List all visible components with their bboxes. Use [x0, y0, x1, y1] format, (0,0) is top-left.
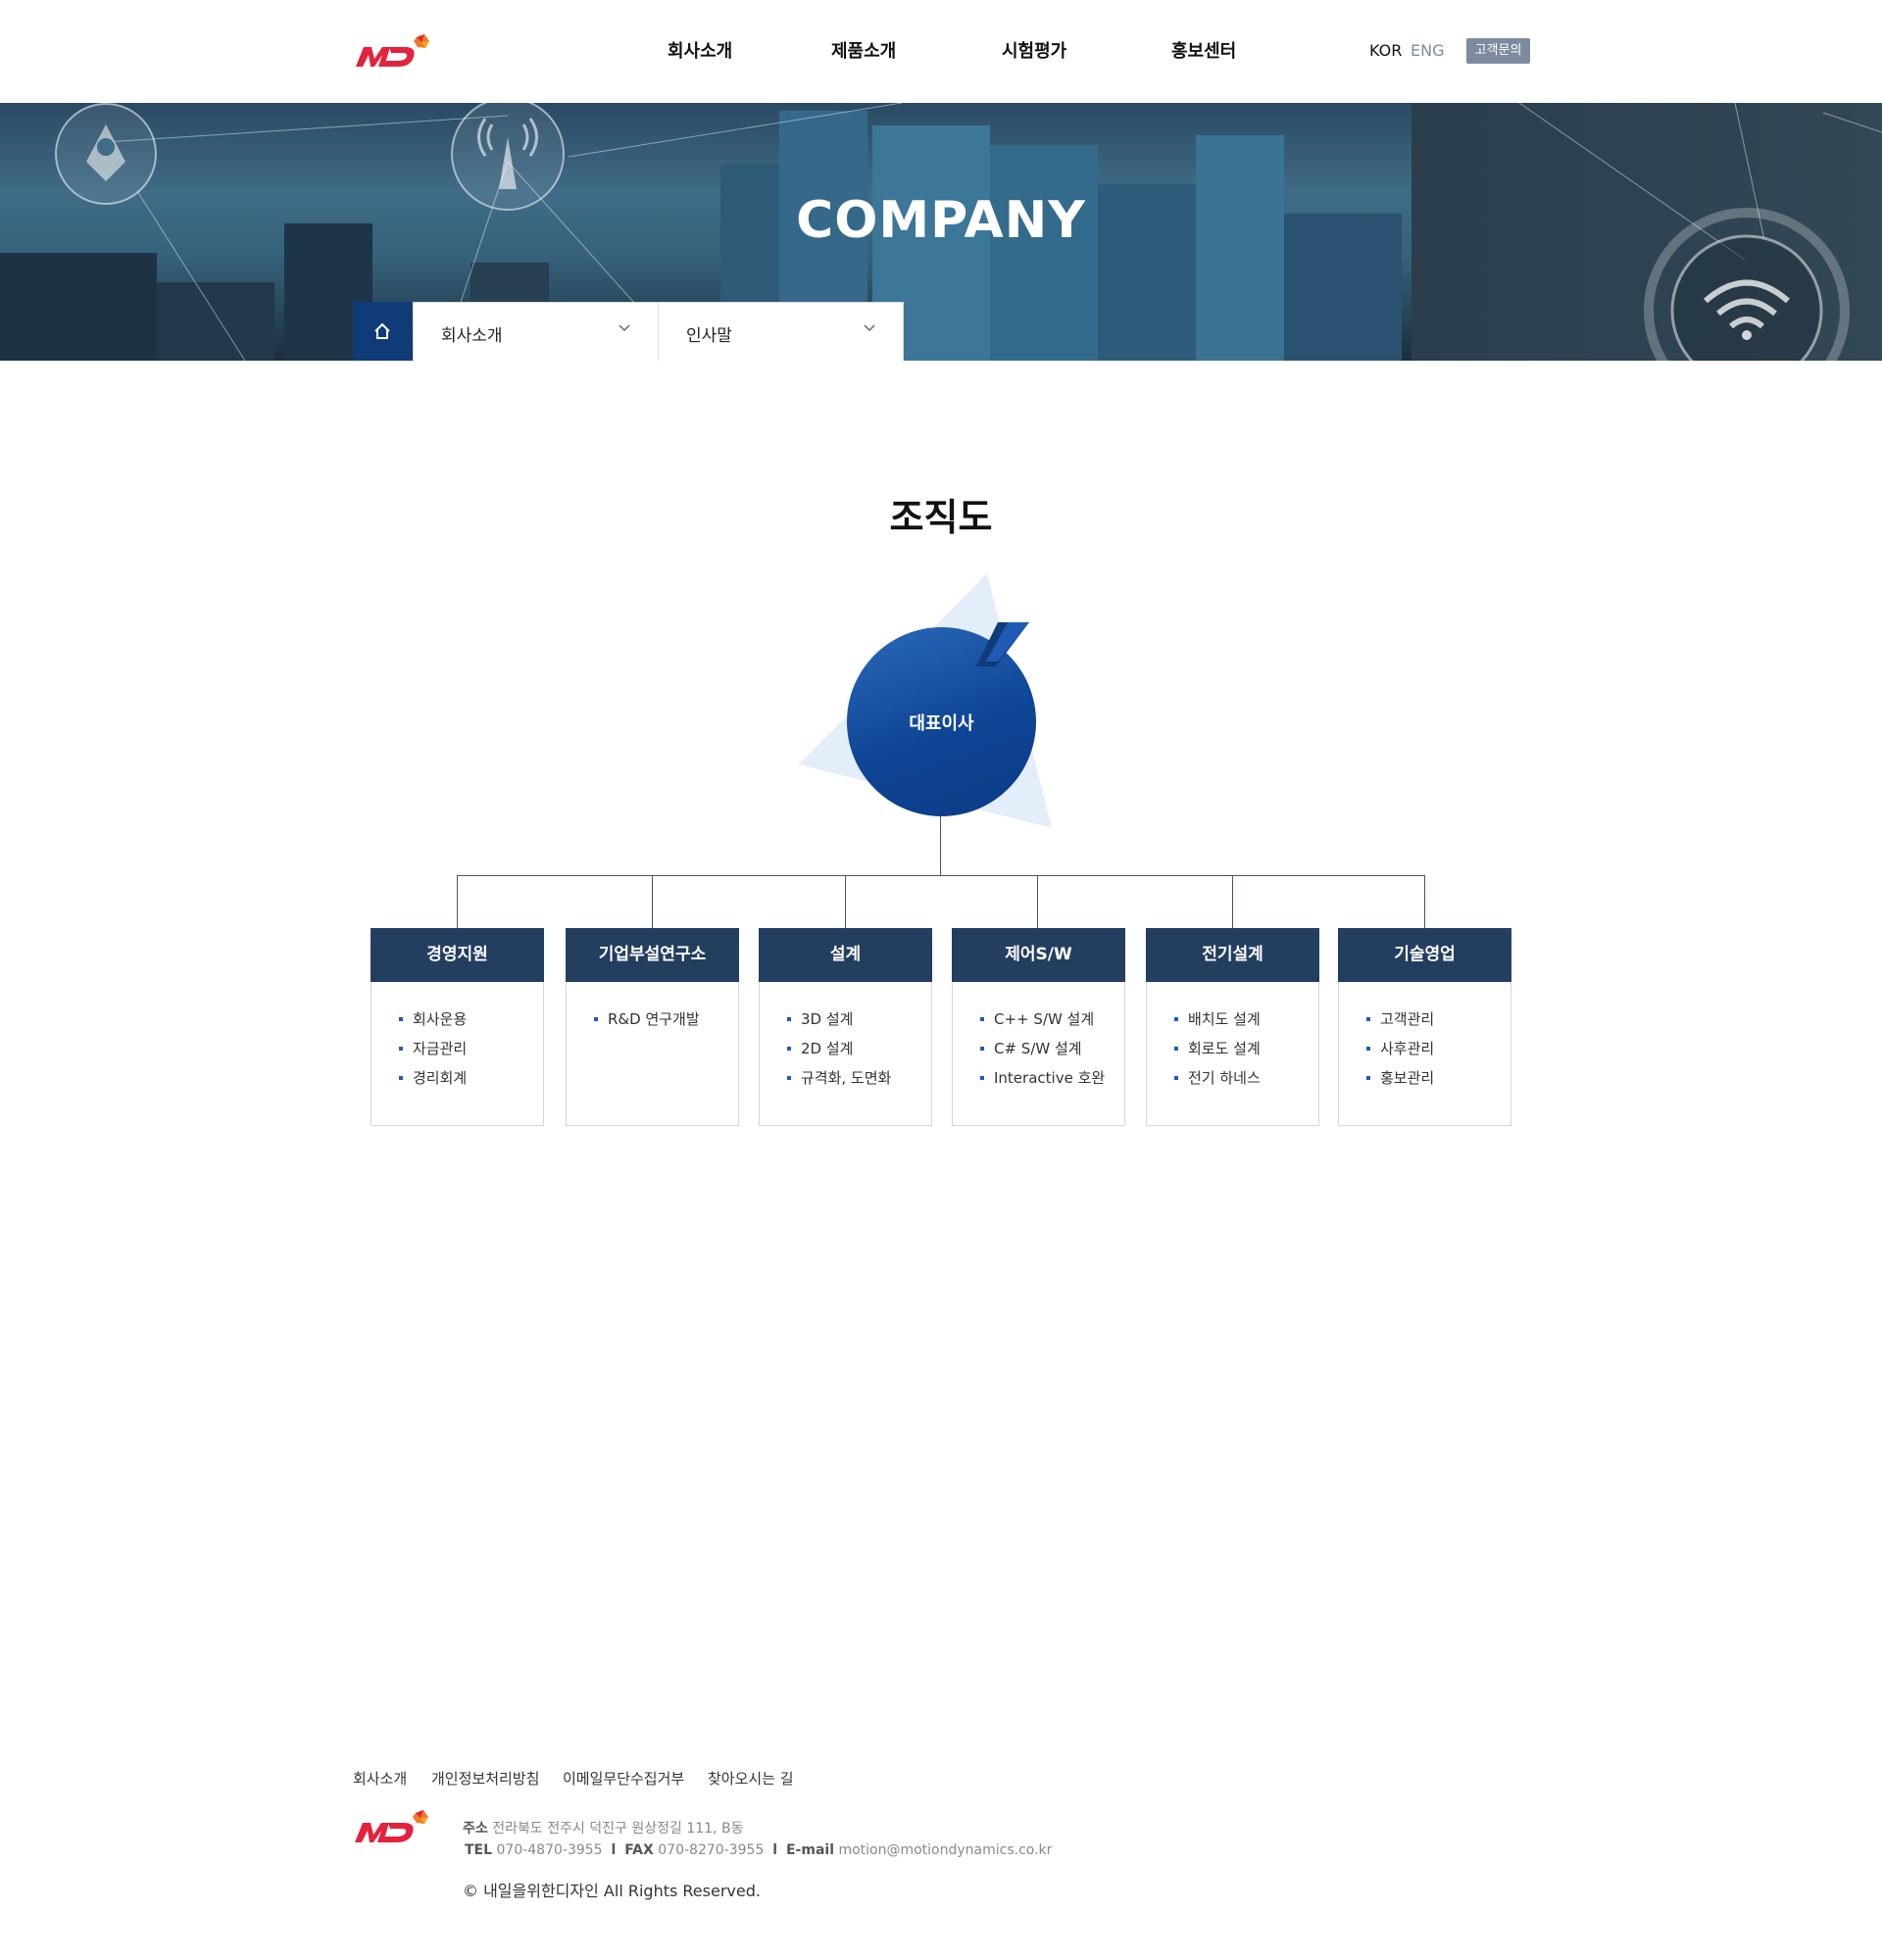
nav-products[interactable]: 제품소개 [831, 37, 896, 63]
breadcrumb-menu1-label: 회사소개 [441, 326, 503, 346]
dept-item: 경리회계 [399, 1068, 467, 1098]
lang-kor[interactable]: KOR [1369, 41, 1402, 60]
dept-card: 회사운용 자금관리 경리회계 [371, 982, 544, 1126]
dept-item: 회사운용 [399, 1009, 467, 1039]
dept-card: 3D 설계 2D 설계 규격화, 도면화 [759, 982, 932, 1126]
footer-contact: TEL 070-4870-3955 l FAX 070-8270-3955 l … [465, 1842, 1052, 1858]
separator: l [772, 1842, 778, 1858]
dept-item: 규격화, 도면화 [787, 1068, 891, 1098]
dept-header: 경영지원 [371, 928, 544, 982]
plane-icon [55, 103, 157, 205]
dept-item: 전기 하네스 [1174, 1068, 1261, 1098]
connector-line [1424, 875, 1425, 928]
connector-line [1232, 875, 1233, 928]
footer-address: 주소 전라북도 전주시 덕진구 원상정길 111, B동 [463, 1818, 743, 1838]
ceo-accent-decoration [976, 622, 1029, 666]
connector-line [457, 875, 1425, 876]
dept-item: 자금관리 [399, 1039, 467, 1068]
nav-testing[interactable]: 시험평가 [1002, 37, 1066, 63]
breadcrumb-menu2-select[interactable]: 인사말 [658, 302, 904, 361]
logo[interactable] [354, 33, 432, 73]
dept-card: C++ S/W 설계 C# S/W 설계 Interactive 호완 [952, 982, 1125, 1126]
breadcrumb-menu1-select[interactable]: 회사소개 [413, 302, 659, 361]
footer-link-directions[interactable]: 찾아오시는 길 [708, 1768, 794, 1788]
dept-item: 2D 설계 [787, 1039, 891, 1068]
connector-line [457, 875, 458, 928]
connector-line [1037, 875, 1038, 928]
inquiry-button[interactable]: 고객문의 [1466, 38, 1530, 64]
dept-item: R&D 연구개발 [594, 1009, 700, 1039]
email-label: E-mail [785, 1842, 834, 1858]
dept-item: Interactive 호완 [980, 1068, 1105, 1098]
dept-item: C# S/W 설계 [980, 1039, 1105, 1068]
dept-header: 기업부설연구소 [566, 928, 739, 982]
fax-label: FAX [624, 1842, 654, 1858]
home-button[interactable] [353, 302, 412, 361]
chevron-down-icon [619, 324, 630, 332]
dept-card: R&D 연구개발 [566, 982, 739, 1126]
connector-line [845, 875, 846, 928]
tel-value: 070-4870-3955 [496, 1842, 603, 1858]
ceo-label: 대표이사 [909, 713, 974, 734]
chevron-down-icon [864, 324, 875, 332]
page-title: 조직도 [889, 496, 993, 539]
separator: l [611, 1842, 617, 1858]
tel-label: TEL [465, 1842, 493, 1858]
footer-link-company[interactable]: 회사소개 [353, 1768, 407, 1788]
fax-value: 070-8270-3955 [658, 1842, 765, 1858]
header: 회사소개 제품소개 시험평가 홍보센터 KOR ENG 고객문의 [0, 0, 1882, 103]
dept-card: 배치도 설계 회로도 설계 전기 하네스 [1146, 982, 1319, 1126]
dept-header: 기술영업 [1338, 928, 1511, 982]
address-label: 주소 [463, 1821, 488, 1837]
connector-line [940, 816, 941, 876]
copyright: © 내일을위한디자인 All Rights Reserved. [463, 1882, 761, 1900]
home-icon [374, 322, 390, 339]
footer-logo [353, 1809, 431, 1848]
email-value[interactable]: motion@motiondynamics.co.kr [838, 1842, 1052, 1858]
banner-title: COMPANY [796, 191, 1086, 250]
dept-item: 배치도 설계 [1174, 1009, 1261, 1039]
footer-link-privacy[interactable]: 개인정보처리방침 [431, 1768, 539, 1788]
dept-item: 사후관리 [1366, 1039, 1434, 1068]
breadcrumb-menu2-label: 인사말 [686, 326, 732, 346]
hero-banner: COMPANY [0, 103, 1882, 361]
dept-header: 전기설계 [1146, 928, 1319, 982]
dept-card: 고객관리 사후관리 홍보관리 [1338, 982, 1511, 1126]
dept-item: 홍보관리 [1366, 1068, 1434, 1098]
dept-item: 고객관리 [1366, 1009, 1434, 1039]
dept-header: 제어S/W [952, 928, 1125, 982]
address-value: 전라북도 전주시 덕진구 원상정길 111, B동 [492, 1821, 744, 1837]
footer-link-email-policy[interactable]: 이메일무단수집거부 [563, 1768, 684, 1788]
nav-pr-center[interactable]: 홍보센터 [1171, 37, 1236, 63]
dept-item: 회로도 설계 [1174, 1039, 1261, 1068]
dept-item: C++ S/W 설계 [980, 1009, 1105, 1039]
dept-header: 설계 [759, 928, 932, 982]
nav-company[interactable]: 회사소개 [668, 37, 732, 63]
lang-eng[interactable]: ENG [1411, 41, 1444, 60]
connector-line [652, 875, 653, 928]
dept-item: 3D 설계 [787, 1009, 891, 1039]
